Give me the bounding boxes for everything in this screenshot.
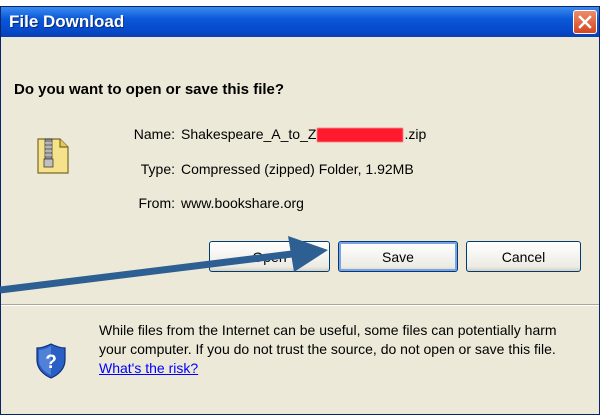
pointer-arrow-icon [0,236,328,294]
